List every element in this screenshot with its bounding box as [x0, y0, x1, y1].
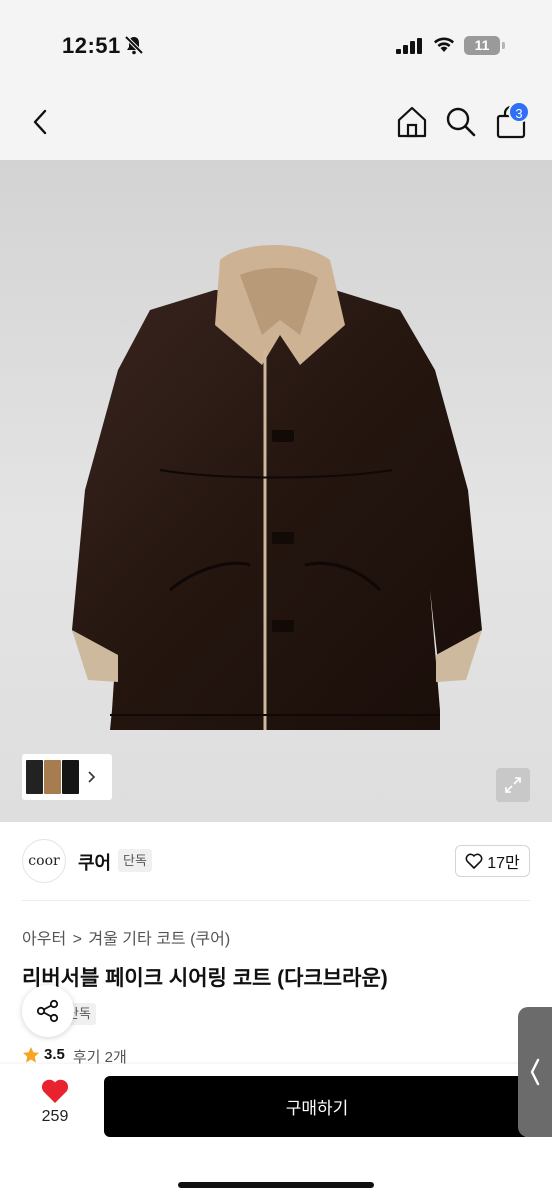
wishlist-button[interactable]: 259	[30, 1078, 80, 1134]
chevron-left-icon	[530, 1058, 540, 1086]
thumbnail-camel[interactable]	[44, 760, 61, 794]
divider	[22, 900, 530, 901]
brand-logo[interactable]: coor	[22, 839, 66, 883]
product-image[interactable]	[0, 160, 552, 822]
expand-button[interactable]	[496, 768, 530, 802]
nav-header	[0, 90, 552, 160]
rating-score: 3.5	[44, 1046, 65, 1063]
breadcrumb: 아우터 > 겨울 기타 코트 (쿠어)	[22, 925, 232, 949]
wifi-icon	[434, 37, 454, 52]
product-title: 리버서블 페이크 시어링 코트 (다크브라운)	[22, 967, 388, 990]
jacket-image	[72, 244, 482, 730]
star-icon	[23, 1047, 39, 1063]
wishlist-count: 259	[41, 1108, 69, 1125]
review-count[interactable]: 후기 2개	[73, 1046, 127, 1064]
brand-exclusive-tag: 단독	[118, 849, 152, 872]
thumbnail-dark[interactable]	[26, 760, 43, 794]
brand-name[interactable]: 쿠어	[78, 849, 111, 875]
home-indicator	[178, 1182, 374, 1188]
breadcrumb-subcategory[interactable]: 겨울 기타 코트 (쿠어)	[88, 931, 230, 948]
home-icon	[397, 106, 427, 138]
side-panel-handle[interactable]	[518, 1007, 552, 1137]
heart-outline-icon	[465, 853, 483, 869]
back-button[interactable]	[24, 104, 56, 140]
signal-icon	[396, 38, 422, 54]
search-button[interactable]	[444, 104, 478, 140]
cart-count-badge: 3	[508, 101, 530, 123]
battery-indicator: 11	[464, 36, 500, 55]
breadcrumb-category[interactable]: 아우터	[22, 931, 66, 948]
heart-filled-icon	[41, 1079, 69, 1103]
share-button[interactable]	[22, 985, 74, 1037]
share-icon	[36, 999, 59, 1023]
chevron-right-icon	[88, 771, 96, 783]
breadcrumb-separator: >	[72, 931, 82, 948]
brand-like-button[interactable]: 17만	[455, 845, 530, 877]
bell-muted-icon	[124, 35, 144, 55]
search-icon	[446, 107, 476, 137]
battery-tip	[502, 42, 505, 49]
rating-row[interactable]: 3.5 후기 2개	[22, 1046, 127, 1064]
home-button[interactable]	[395, 104, 429, 140]
status-bar: 12:51 11	[0, 0, 552, 90]
thumbnail-strip[interactable]	[22, 754, 112, 800]
status-time: 12:51	[62, 33, 121, 58]
brand-like-count: 17만	[487, 855, 520, 872]
thumbnail-black[interactable]	[62, 760, 79, 794]
chevron-left-icon	[33, 109, 47, 135]
buy-button[interactable]: 구매하기	[104, 1076, 530, 1137]
expand-icon	[505, 777, 521, 793]
